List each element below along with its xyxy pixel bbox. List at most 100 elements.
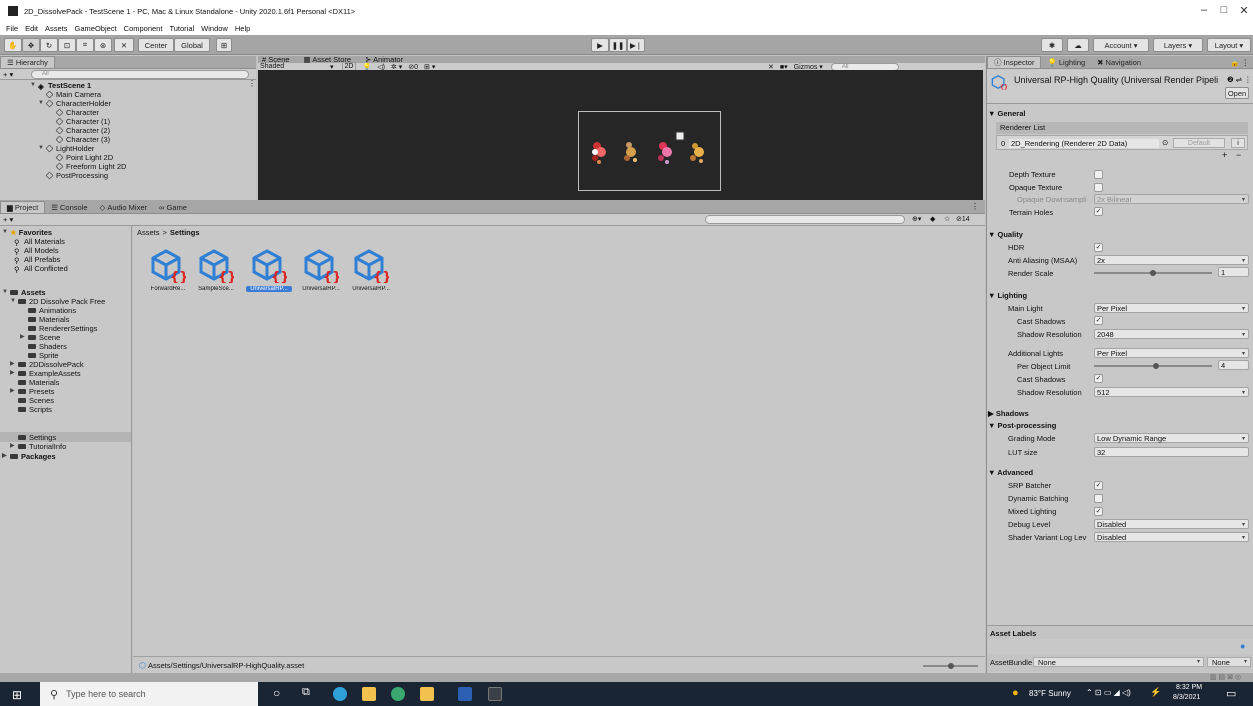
- hidden-packages-icon[interactable]: ⊘14: [956, 215, 970, 223]
- collab-icon[interactable]: ✱: [1041, 38, 1063, 52]
- folder-item[interactable]: ▶ Presets: [10, 387, 54, 396]
- folder-item[interactable]: Sprite: [28, 351, 59, 360]
- additional-cast-shadows-checkbox[interactable]: ✓: [1094, 374, 1103, 383]
- maps-icon[interactable]: [391, 687, 405, 701]
- hierarchy-item-character-1[interactable]: Character (1): [55, 117, 110, 126]
- folder-item[interactable]: RendererSettings: [28, 324, 97, 333]
- main-shadow-resolution-dropdown[interactable]: 2048 ▾: [1094, 329, 1249, 339]
- file-explorer-icon[interactable]: [362, 687, 376, 701]
- add-renderer-button[interactable]: +: [1222, 150, 1227, 160]
- hierarchy-menu-icon[interactable]: ⋮: [248, 79, 256, 88]
- menu-window[interactable]: Window: [201, 24, 228, 33]
- taskbar-search-box[interactable]: ⚲ Type here to search: [40, 682, 258, 706]
- packages-root[interactable]: ▶ Packages: [2, 452, 56, 461]
- weather-text[interactable]: 83°F Sunny: [1029, 689, 1071, 698]
- inspector-lock-icon[interactable]: 🔒 ⋮: [1230, 58, 1249, 67]
- word-icon[interactable]: [458, 687, 472, 701]
- menu-edit[interactable]: Edit: [25, 24, 38, 33]
- hierarchy-item-postprocessing[interactable]: PostProcessing: [45, 171, 108, 180]
- pause-button[interactable]: ❚❚: [609, 38, 627, 52]
- cortana-icon[interactable]: ○: [273, 686, 280, 700]
- opaque-downsampling-dropdown[interactable]: 2x Bilinear ▾: [1094, 194, 1249, 204]
- expand-arrow-icon[interactable]: ▶: [10, 369, 18, 378]
- opaque-texture-checkbox[interactable]: [1094, 183, 1103, 192]
- object-picker-icon[interactable]: ⊙: [1162, 138, 1168, 147]
- tab-lighting[interactable]: 💡 Lighting: [1041, 56, 1091, 68]
- folder-item[interactable]: ▼ 2D Dissolve Pack Free: [10, 297, 105, 306]
- hierarchy-item-character-2[interactable]: Character (2): [55, 126, 110, 135]
- default-button[interactable]: Default: [1173, 138, 1225, 148]
- expand-arrow-icon[interactable]: ▼: [2, 228, 10, 237]
- pivot-center-button[interactable]: Center: [138, 38, 174, 52]
- hierarchy-search-input[interactable]: All: [31, 69, 249, 79]
- task-view-icon[interactable]: ⧉: [302, 686, 310, 699]
- close-button[interactable]: ✕: [1232, 4, 1253, 17]
- section-general[interactable]: ▼ General: [988, 109, 1025, 118]
- section-quality[interactable]: ▼ Quality: [988, 230, 1023, 239]
- assets-root[interactable]: ▼ Assets: [2, 288, 46, 297]
- favorite-star-icon[interactable]: ☆: [944, 215, 950, 223]
- asset-item-selected[interactable]: {} UniversalRP...: [246, 247, 292, 292]
- expand-arrow-icon[interactable]: ▼: [30, 81, 38, 90]
- snap-icon[interactable]: ⊞: [216, 38, 232, 52]
- clock-date[interactable]: 8/3/2021: [1173, 694, 1200, 701]
- scale-tool-icon[interactable]: ⊡: [58, 38, 76, 52]
- grading-mode-dropdown[interactable]: Low Dynamic Range ▾: [1094, 433, 1249, 443]
- menu-assets[interactable]: Assets: [45, 24, 68, 33]
- folder-item[interactable]: Animations: [28, 306, 76, 315]
- favorite-item[interactable]: ⚲ All Materials: [14, 237, 65, 247]
- rect-tool-icon[interactable]: ⌗: [76, 38, 94, 52]
- favorite-item[interactable]: ⚲ All Prefabs: [14, 255, 60, 265]
- renderer-field[interactable]: 2D_Rendering (Renderer 2D Data): [1009, 139, 1159, 148]
- mixed-lighting-checkbox[interactable]: ✓: [1094, 507, 1103, 516]
- unity-taskbar-icon[interactable]: [488, 687, 502, 701]
- section-lighting[interactable]: ▼ Lighting: [988, 291, 1027, 300]
- move-tool-icon[interactable]: ✥: [22, 38, 40, 52]
- shader-variant-dropdown[interactable]: Disabled ▾: [1094, 532, 1249, 542]
- menu-help[interactable]: Help: [235, 24, 250, 33]
- cloud-icon[interactable]: ☁: [1067, 38, 1089, 52]
- zoom-slider-knob[interactable]: [948, 663, 954, 669]
- hierarchy-item-character[interactable]: Character: [55, 108, 99, 117]
- asset-item[interactable]: {} UniversalRP...: [348, 247, 394, 292]
- tab-project[interactable]: ▆ Project: [0, 201, 46, 213]
- srp-batcher-checkbox[interactable]: ✓: [1094, 481, 1103, 490]
- favorites-root[interactable]: ▼ ★ Favorites: [2, 228, 52, 237]
- main-light-dropdown[interactable]: Per Pixel ▾: [1094, 303, 1249, 313]
- hierarchy-item-point-light[interactable]: Point Light 2D: [55, 153, 113, 162]
- breadcrumb-assets[interactable]: Assets: [137, 228, 160, 237]
- main-cast-shadows-checkbox[interactable]: ✓: [1094, 316, 1103, 325]
- custom-tool-icon[interactable]: ✕: [114, 38, 134, 52]
- hierarchy-item-character-3[interactable]: Character (3): [55, 135, 110, 144]
- hierarchy-item-character-holder[interactable]: ▼ CharacterHolder: [38, 99, 111, 108]
- shading-dropdown[interactable]: Shaded: [260, 63, 330, 70]
- section-advanced[interactable]: ▼ Advanced: [988, 468, 1033, 477]
- additional-shadow-resolution-dropdown[interactable]: 512 ▾: [1094, 387, 1249, 397]
- edge-icon[interactable]: [333, 687, 347, 701]
- tab-hierarchy[interactable]: ☰ Hierarchy: [0, 56, 55, 68]
- favorite-item[interactable]: ⚲ All Models: [14, 246, 59, 256]
- tab-navigation[interactable]: ✖ Navigation: [1091, 56, 1147, 68]
- folder-item[interactable]: Scenes: [18, 396, 54, 405]
- account-dropdown[interactable]: Account ▾: [1093, 38, 1149, 52]
- menu-gameobject[interactable]: GameObject: [75, 24, 117, 33]
- asset-item[interactable]: {} UniversalRP...: [298, 247, 344, 292]
- expand-arrow-icon[interactable]: ▼: [10, 297, 18, 306]
- open-button[interactable]: Open: [1225, 87, 1249, 99]
- notifications-icon[interactable]: ▭: [1226, 687, 1236, 700]
- folder-item[interactable]: ▶ 2DDissolvePack: [10, 360, 84, 369]
- folder-item[interactable]: Scripts: [18, 405, 52, 414]
- terrain-holes-checkbox[interactable]: ✓: [1094, 207, 1103, 216]
- folder-item[interactable]: ▶ TutorialInfo: [10, 442, 66, 451]
- transform-tool-icon[interactable]: ⊛: [94, 38, 112, 52]
- section-shadows[interactable]: ▶ Shadows: [988, 409, 1029, 418]
- per-object-limit-slider-knob[interactable]: [1153, 363, 1159, 369]
- info-button[interactable]: i: [1231, 138, 1245, 148]
- favorite-item[interactable]: ⚲ All Conflicted: [14, 264, 68, 274]
- label-tag-icon[interactable]: ●: [1240, 641, 1245, 651]
- hierarchy-item-main-camera[interactable]: Main Camera: [45, 90, 101, 99]
- tab-inspector[interactable]: ⓘ Inspector: [987, 56, 1042, 68]
- folder-item[interactable]: ▶ ExampleAssets: [10, 369, 81, 378]
- project-menu-icon[interactable]: ⋮: [971, 202, 979, 211]
- tab-game[interactable]: ∞ Game: [153, 201, 193, 213]
